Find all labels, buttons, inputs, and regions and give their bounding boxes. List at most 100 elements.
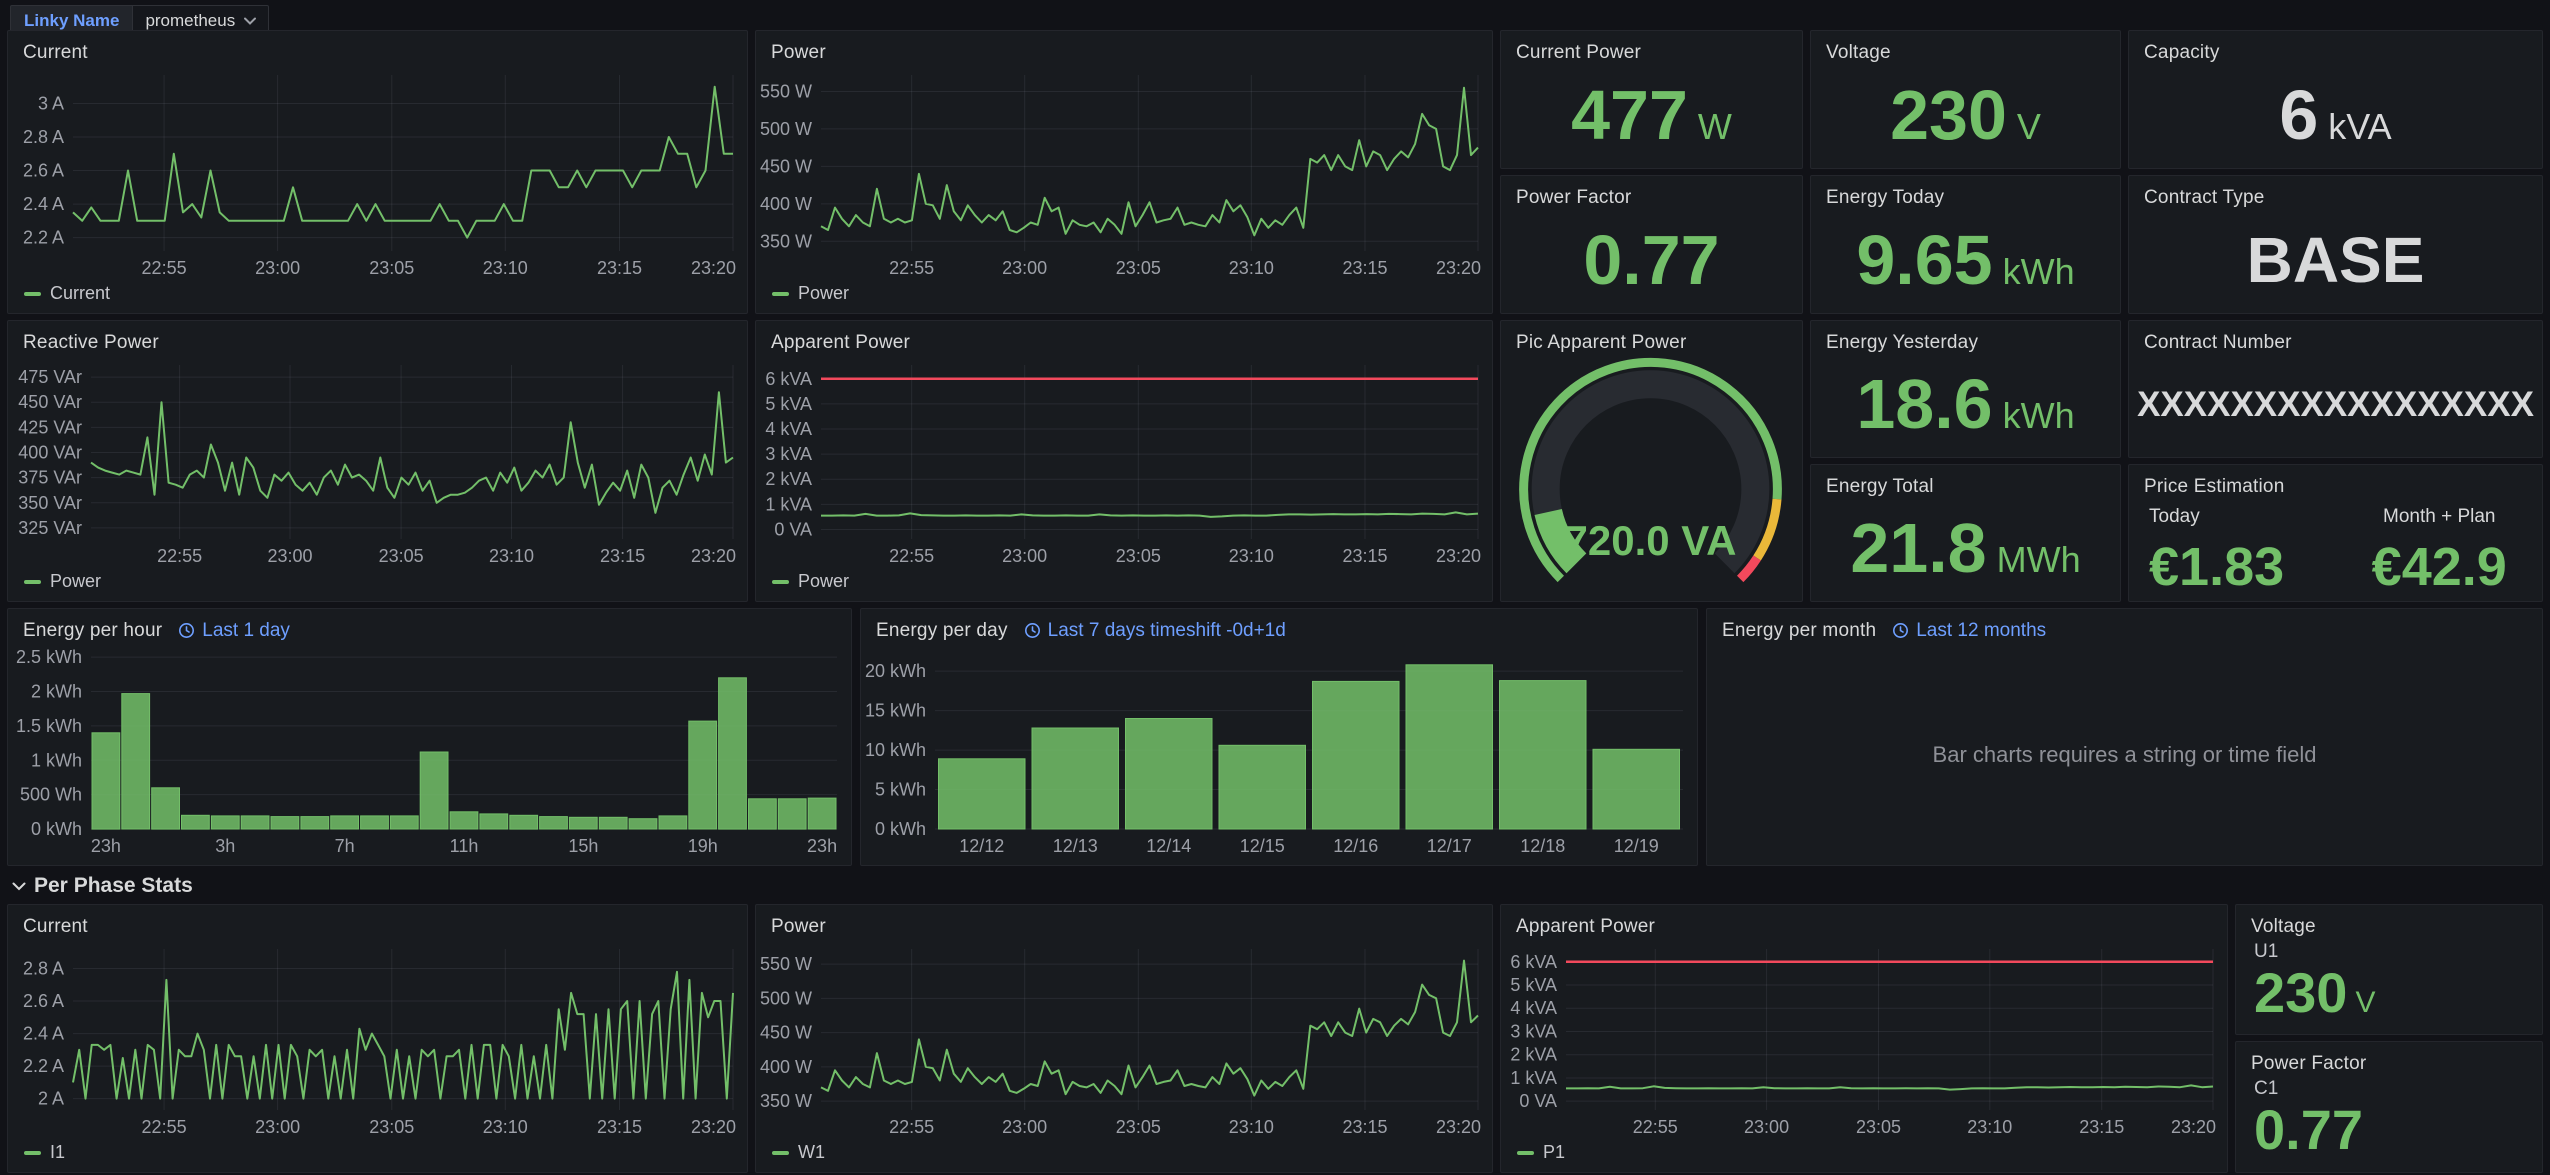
time-range-link[interactable]: Last 7 days timeshift -0d+1d — [1024, 620, 1286, 642]
panel-current: Current 3 A2.8 A2.6 A2.4 A2.2 A22:5523:0… — [7, 30, 748, 314]
clock-icon — [1024, 622, 1041, 639]
panel-title[interactable]: Power — [771, 916, 826, 938]
panel-title[interactable]: Energy per hour — [23, 620, 162, 642]
clock-icon — [178, 622, 195, 639]
svg-text:2.6 A: 2.6 A — [23, 161, 64, 181]
stat-value: 230V — [2254, 965, 2532, 1021]
svg-text:23:00: 23:00 — [1002, 546, 1047, 566]
svg-text:23:00: 23:00 — [1744, 1117, 1789, 1137]
series-label: C1 — [2254, 1078, 2532, 1100]
legend-label[interactable]: W1 — [798, 1142, 825, 1163]
chevron-down-icon — [12, 882, 26, 891]
legend: Current — [24, 283, 110, 304]
section-title[interactable]: Per Phase Stats — [34, 874, 193, 898]
panel-title[interactable]: Apparent Power — [771, 332, 910, 354]
legend-label[interactable]: Power — [50, 571, 101, 592]
panel-title[interactable]: Current — [23, 916, 88, 938]
svg-text:23:20: 23:20 — [1436, 258, 1481, 278]
panel-title[interactable]: Voltage — [2251, 916, 2316, 938]
svg-text:23:05: 23:05 — [379, 546, 424, 566]
row-per-phase-stats[interactable]: Per Phase Stats — [12, 872, 193, 900]
svg-text:1 kVA: 1 kVA — [1510, 1068, 1557, 1088]
panel-contract-type-stat: Contract Type BASE — [2128, 175, 2543, 314]
svg-text:2 kWh: 2 kWh — [31, 682, 82, 702]
line-chart-apparent-p1[interactable]: 6 kVA5 kVA4 kVA3 kVA2 kVA1 kVA0 VA22:552… — [1503, 941, 2223, 1138]
time-range-link[interactable]: Last 12 months — [1892, 620, 2046, 642]
panel-apparent-power: Apparent Power 6 kVA5 kVA4 kVA3 kVA2 kVA… — [755, 320, 1493, 602]
svg-text:23:15: 23:15 — [2079, 1117, 2124, 1137]
bar-chart-energy-per-day[interactable]: 20 kWh15 kWh10 kWh5 kWh0 kWh12/1212/1312… — [863, 645, 1693, 857]
line-chart-power-w1[interactable]: 550 W500 W450 W400 W350 W22:5523:0023:05… — [758, 941, 1488, 1138]
bar-chart-energy-per-hour[interactable]: 2.5 kWh2 kWh1.5 kWh1 kWh500 Wh0 kWh23h3h… — [10, 645, 847, 857]
time-range-label[interactable]: Last 12 months — [1916, 620, 2046, 642]
panel-title[interactable]: Power — [771, 42, 826, 64]
svg-text:23:10: 23:10 — [1229, 1117, 1274, 1137]
gauge-value: 720.0 VA — [1565, 517, 1737, 564]
svg-text:5 kVA: 5 kVA — [765, 394, 812, 414]
panel-current-phase: Current 2.8 A2.6 A2.4 A2.2 A2 A22:5523:0… — [7, 904, 748, 1173]
legend-swatch — [24, 580, 41, 584]
time-range-link[interactable]: Last 1 day — [178, 620, 290, 642]
legend-label[interactable]: Power — [798, 571, 849, 592]
svg-text:23:20: 23:20 — [1436, 1117, 1481, 1137]
svg-text:350 W: 350 W — [760, 1091, 812, 1111]
svg-text:23:10: 23:10 — [1967, 1117, 2012, 1137]
svg-text:350 W: 350 W — [760, 231, 812, 251]
variable-value[interactable]: prometheus — [145, 11, 235, 31]
svg-text:23:05: 23:05 — [369, 1117, 414, 1137]
svg-text:19h: 19h — [688, 836, 718, 856]
line-chart-current-i1[interactable]: 2.8 A2.6 A2.4 A2.2 A2 A22:5523:0023:0523… — [10, 941, 743, 1138]
panel-title[interactable]: Apparent Power — [1516, 916, 1655, 938]
panel-title[interactable]: Current — [23, 42, 88, 64]
line-chart-power[interactable]: 550 W500 W450 W400 W350 W22:5523:0023:05… — [758, 67, 1488, 279]
legend-label[interactable]: I1 — [50, 1142, 65, 1163]
panel-header: Power — [756, 31, 1492, 65]
svg-text:11h: 11h — [450, 836, 479, 856]
svg-text:23:15: 23:15 — [597, 258, 642, 278]
time-range-label[interactable]: Last 1 day — [202, 620, 290, 642]
svg-text:22:55: 22:55 — [889, 258, 934, 278]
panel-energy-per-day: Energy per day Last 7 days timeshift -0d… — [860, 608, 1698, 866]
svg-text:23:10: 23:10 — [483, 258, 528, 278]
panel-title[interactable]: Energy per day — [876, 620, 1008, 642]
svg-text:23:00: 23:00 — [1002, 258, 1047, 278]
svg-text:3 kVA: 3 kVA — [765, 444, 812, 464]
panel-energy-total-stat: Energy Total 21.8MWh — [1810, 464, 2121, 602]
svg-text:23:10: 23:10 — [489, 546, 534, 566]
panel-title[interactable]: Energy per month — [1722, 620, 1876, 642]
svg-text:23:00: 23:00 — [267, 546, 312, 566]
panel-title[interactable]: Pic Apparent Power — [1516, 332, 1686, 354]
line-chart-reactive-power[interactable]: 475 VAr450 VAr425 VAr400 VAr375 VAr350 V… — [10, 357, 743, 567]
legend-label[interactable]: P1 — [1543, 1142, 1565, 1163]
svg-text:550 W: 550 W — [760, 954, 812, 974]
svg-text:23:05: 23:05 — [369, 258, 414, 278]
svg-text:1.5 kWh: 1.5 kWh — [16, 716, 82, 736]
svg-text:550 W: 550 W — [760, 81, 812, 101]
panel-energy-yesterday-stat: Energy Yesterday 18.6kWh — [1810, 320, 2121, 458]
panel-title[interactable]: Power Factor — [2251, 1053, 2366, 1075]
svg-text:500 W: 500 W — [760, 119, 812, 139]
legend: I1 — [24, 1142, 65, 1163]
time-range-label[interactable]: Last 7 days timeshift -0d+1d — [1048, 620, 1286, 642]
legend-label[interactable]: Current — [50, 283, 110, 304]
stat-value: 230V — [1890, 80, 2041, 150]
svg-text:0 VA: 0 VA — [774, 519, 812, 539]
legend-label[interactable]: Power — [798, 283, 849, 304]
svg-text:22:55: 22:55 — [889, 1117, 934, 1137]
line-chart-current[interactable]: 3 A2.8 A2.6 A2.4 A2.2 A22:5523:0023:0523… — [10, 67, 743, 279]
svg-text:23:05: 23:05 — [1116, 1117, 1161, 1137]
svg-text:23:05: 23:05 — [1856, 1117, 1901, 1137]
svg-text:6 kVA: 6 kVA — [765, 369, 812, 389]
svg-text:22:55: 22:55 — [889, 546, 934, 566]
panel-title[interactable]: Reactive Power — [23, 332, 159, 354]
price-month-plan-label: Month + Plan — [2383, 506, 2496, 528]
svg-text:1 kVA: 1 kVA — [765, 494, 812, 514]
panel-title[interactable]: Price Estimation — [2144, 476, 2284, 498]
svg-text:7h: 7h — [335, 836, 355, 856]
svg-text:10 kWh: 10 kWh — [865, 740, 926, 760]
svg-text:5 kVA: 5 kVA — [1510, 975, 1557, 995]
svg-text:23:15: 23:15 — [1342, 1117, 1387, 1137]
line-chart-apparent-power[interactable]: 6 kVA5 kVA4 kVA3 kVA2 kVA1 kVA0 VA22:552… — [758, 357, 1488, 567]
svg-text:22:55: 22:55 — [142, 258, 187, 278]
svg-text:0 VA: 0 VA — [1519, 1091, 1557, 1111]
